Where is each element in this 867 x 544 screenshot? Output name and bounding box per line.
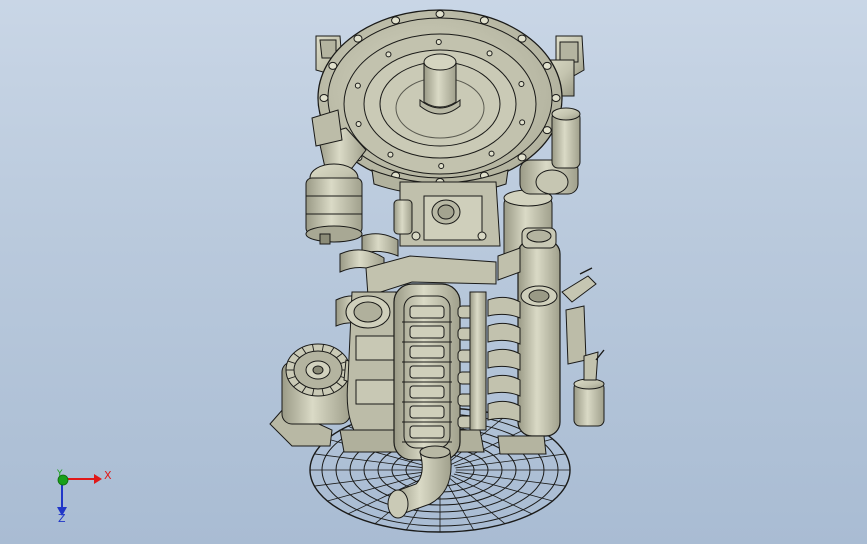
fan-spoke [451,475,533,515]
flange-bolt [551,94,561,102]
flange-bolt [438,162,445,169]
exhaust-runner [487,322,521,345]
flange-bolt [355,120,362,127]
flange-bolt [354,82,361,89]
flange-bolt [542,61,552,70]
valve-cover-rib [409,385,445,399]
valve-cover-rib [409,365,445,379]
coordinate-triad [57,474,102,516]
engine-model[interactable] [0,0,867,544]
y-axis-label: Y [57,469,63,479]
flange-bolt [488,150,495,157]
exhaust-runner [487,374,521,397]
flange-bolt [391,16,401,25]
valve-cover-rib [409,405,445,419]
exhaust-manifold [487,227,561,455]
gear-case [339,181,501,297]
thermostat-housing [345,295,391,329]
flange-bolt [385,51,392,58]
flange-bolt [387,151,394,158]
flange-bolt [486,50,493,57]
valve-cover [393,283,461,461]
wiring-sensors [561,267,605,427]
flange-bolt [328,61,338,70]
flange-bolt [518,81,525,88]
valve-cover-rib [409,345,445,359]
flange-bolt [519,119,526,126]
valve-cover-rib [409,325,445,339]
valve-cover-rib [409,305,445,319]
flange-bolt [435,39,442,46]
z-axis-label: Z [58,512,66,525]
graphics-viewport[interactable]: X Y Z [0,0,867,544]
flange-bolt [435,10,445,18]
flange-bolt [517,153,527,162]
exhaust-runner [487,348,521,371]
flange-bolt [319,94,329,102]
flange-bolt [353,34,363,43]
flange-bolt [542,126,552,135]
valve-cover-rib [409,425,445,439]
exhaust-runner [487,296,521,319]
exhaust-runner [487,400,521,423]
x-axis-label: X [104,469,112,482]
flange-bolt [517,34,527,43]
flange-bolt [479,16,489,25]
